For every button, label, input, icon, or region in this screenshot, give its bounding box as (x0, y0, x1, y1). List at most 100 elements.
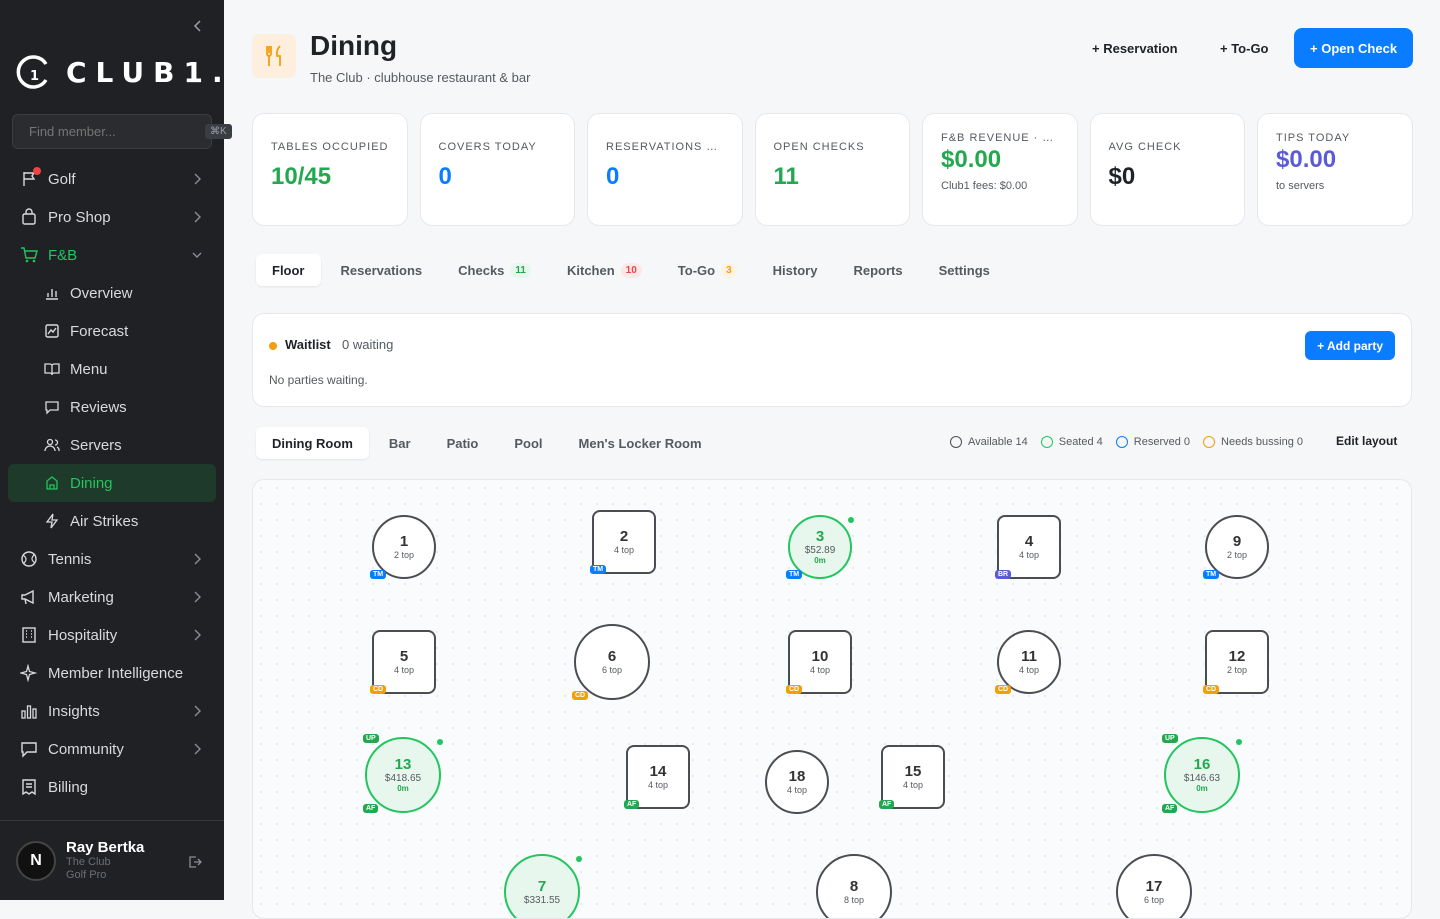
legend-item: Seated 4 (1040, 436, 1103, 448)
waitlist-empty-message: No parties waiting. (269, 373, 368, 387)
stats-row: TABLES OCCUPIED 10/45 COVERS TODAY 0 RESERVA… (252, 113, 1413, 226)
sidebar-subitem-reviews[interactable]: Reviews (8, 388, 216, 426)
sidebar-item-tennis[interactable]: Tennis (8, 540, 216, 578)
tab-badge: 3 (721, 262, 737, 278)
chevron-right-icon (194, 553, 201, 565)
add-togo-button[interactable]: + To-Go (1220, 28, 1269, 68)
book-icon (44, 363, 60, 376)
table-amount: $52.89 (804, 545, 836, 556)
table-capacity: 4 top (902, 780, 924, 790)
sidebar-item-label: Hospitality (48, 626, 118, 644)
dining-tabs: Floor Reservations Checks 11 Kitchen 10 To-Go 3… (256, 254, 1010, 286)
table-capacity: 2 top (393, 550, 415, 560)
sidebar-item-hospitality[interactable]: Hospitality (8, 616, 216, 654)
tab-checks[interactable]: Checks 11 (442, 254, 547, 286)
table-number: 8 (849, 878, 859, 895)
sidebar-item-insights[interactable]: Insights (8, 692, 216, 730)
tab-reports[interactable]: Reports (837, 254, 918, 286)
legend-label: Available 14 (968, 436, 1028, 448)
table-capacity: 2 top (1226, 550, 1248, 560)
chevron-right-icon (194, 629, 201, 641)
sidebar-subitem-servers[interactable]: Servers (8, 426, 216, 464)
sparkle-icon (20, 664, 38, 682)
avatar: N (16, 840, 56, 881)
table-8[interactable]: 88 top (816, 854, 892, 918)
table-6[interactable]: 66 top (574, 624, 650, 700)
chevron-right-icon (194, 705, 201, 717)
sidebar-item-golf[interactable]: Golf (8, 160, 216, 198)
tab-badge: 10 (620, 262, 642, 278)
chevron-right-icon (194, 591, 201, 603)
table-17[interactable]: 17 6 top (1116, 854, 1192, 918)
chevron-left-icon[interactable] (190, 18, 206, 34)
sidebar-item-community[interactable]: Community (8, 730, 216, 768)
add-reservation-button[interactable]: + Reservation (1092, 28, 1178, 68)
sidebar-subitem-dining[interactable]: Dining (8, 464, 216, 502)
table-number: 11 (1021, 648, 1037, 665)
stat-label: TABLES OCCUPIED (271, 141, 389, 153)
sidebar-item-marketing[interactable]: Marketing (8, 578, 216, 616)
table-18[interactable]: 18 4 top (765, 750, 829, 814)
live-indicator-dot (1236, 739, 1242, 745)
table-13[interactable]: 13 $418.65 0m (365, 737, 441, 813)
table-number: 15 (904, 763, 922, 780)
tab-label: Kitchen (566, 262, 615, 278)
tab-floor[interactable]: Floor (256, 254, 321, 286)
receipt-icon (22, 779, 36, 796)
open-check-button[interactable]: + Open Check (1294, 28, 1414, 68)
sidebar-item-pro-shop[interactable]: Pro Shop (8, 198, 216, 236)
add-party-button[interactable]: + Add party (1305, 331, 1395, 360)
table-7[interactable]: 7 $331.55 (504, 854, 580, 918)
sidebar-subitem-air-strikes[interactable]: Air Strikes (8, 502, 216, 540)
waitlist-count: 0 waiting (342, 337, 394, 352)
sidebar-item-label: Community (48, 740, 124, 758)
table-number: 17 (1145, 878, 1163, 895)
sidebar-item-fb[interactable]: F&B (8, 236, 216, 274)
table-16[interactable]: 16 $146.63 0m (1164, 737, 1240, 813)
main-content: Dining The Club · clubhouse restaurant &… (224, 0, 1440, 919)
stat-card: RESERVATIONS TODAY 0 (587, 113, 743, 226)
member-search[interactable]: ⌘K (12, 114, 232, 149)
stat-card: TABLES OCCUPIED 10/45 (252, 113, 408, 226)
table-capacity: 4 top (393, 665, 415, 675)
room-tab-pool[interactable]: Pool (498, 427, 558, 459)
brand-logo[interactable]: 1 CLUB1. (16, 52, 232, 92)
edit-layout-button[interactable]: Edit layout (1336, 434, 1397, 448)
table-number: 3 (815, 528, 825, 545)
stat-value: $0 (1108, 163, 1136, 190)
sidebar-item-label: F&B (48, 246, 78, 264)
table-capacity: 8 top (843, 895, 865, 905)
search-input[interactable] (29, 124, 205, 139)
sidebar-item-billing[interactable]: Billing (8, 768, 216, 806)
stat-value: 11 (773, 163, 799, 190)
sidebar-subitem-menu[interactable]: Menu (8, 350, 216, 388)
tab-to-go[interactable]: To-Go 3 (662, 254, 753, 286)
user-profile[interactable]: N Ray Bertka The Club Golf Pro (0, 820, 224, 900)
room-tab-men-s-locker-room[interactable]: Men's Locker Room (563, 427, 718, 459)
table-number: 13 (394, 756, 412, 773)
sidebar-subitem-overview[interactable]: Overview (8, 274, 216, 312)
stat-note: to servers (1276, 180, 1325, 192)
logout-icon[interactable] (188, 855, 202, 869)
server-badge: CD (572, 691, 589, 700)
tab-reservations[interactable]: Reservations (325, 254, 439, 286)
user-club: The Club (66, 856, 111, 868)
stat-value: $0.00 (1276, 146, 1337, 173)
sidebar-subitem-forecast[interactable]: Forecast (8, 312, 216, 350)
sidebar-item-member-intelligence[interactable]: Member Intelligence (8, 654, 216, 692)
sidebar-item-label: Tennis (48, 550, 92, 568)
table-time: 0m (1196, 784, 1208, 793)
tab-history[interactable]: History (757, 254, 834, 286)
sidebar-item-label: Insights (48, 702, 100, 720)
room-tab-patio[interactable]: Patio (431, 427, 495, 459)
room-tab-dining-room[interactable]: Dining Room (256, 427, 369, 459)
room-tab-bar[interactable]: Bar (373, 427, 427, 459)
server-badge: AF (879, 800, 895, 809)
tab-label: History (772, 262, 818, 278)
stat-label: OPEN CHECKS (773, 141, 865, 153)
status-badge: UP (363, 734, 379, 743)
tab-kitchen[interactable]: Kitchen 10 (551, 254, 658, 286)
tab-settings[interactable]: Settings (923, 254, 1006, 286)
sidebar-subitem-label: Menu (70, 360, 108, 378)
stat-card: F&B REVENUE · TODAY $0.00 Club1 fees: $0.0… (922, 113, 1078, 226)
